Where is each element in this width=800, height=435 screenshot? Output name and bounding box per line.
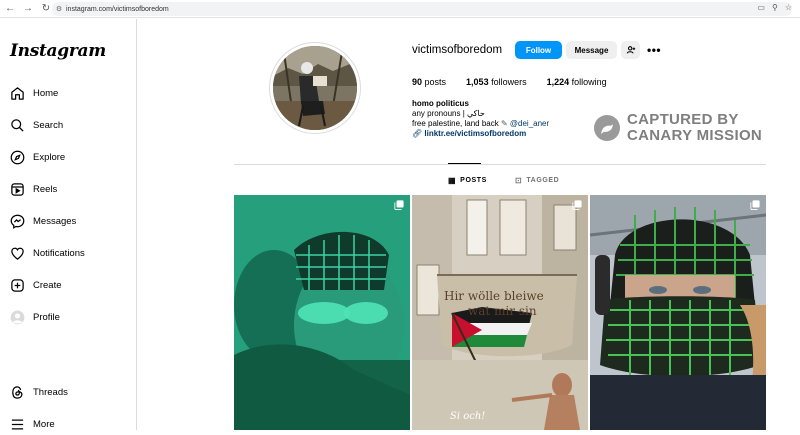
post-image-3 (590, 195, 766, 430)
instagram-logo[interactable]: Instagram (10, 41, 106, 61)
message-button[interactable]: Message (566, 41, 617, 59)
sidebar-item-search[interactable]: Search (9, 114, 63, 136)
grid-icon: ▦ (448, 176, 457, 185)
sidebar-item-messages[interactable]: Messages (9, 210, 76, 232)
bio-name: homo politicus (412, 99, 469, 108)
address-bar[interactable]: ⚙ instagram.com/victimsofboredom (52, 2, 792, 16)
sidebar-item-threads[interactable]: Threads (9, 381, 68, 403)
sidebar-item-label: Home (33, 87, 59, 99)
sidebar-item-label: Threads (33, 386, 68, 398)
home-icon (9, 85, 25, 101)
tab-tagged[interactable]: ⊡ TAGGED (515, 176, 559, 185)
tagged-icon: ⊡ (515, 176, 523, 185)
options-ellipsis-icon[interactable]: ••• (647, 43, 661, 57)
profile-avatar-icon (9, 309, 25, 325)
sidebar-item-reels[interactable]: Reels (9, 178, 57, 200)
sidebar-item-label: Search (33, 119, 64, 131)
bio-mention-link[interactable]: @dei_aner (510, 119, 549, 128)
sidebar-item-label: More (33, 418, 55, 430)
browser-toolbar: ← → ↻ ⚙ instagram.com/victimsofboredom ▭… (0, 0, 800, 18)
bio-line-pronouns: any pronouns | حاكي (412, 109, 485, 118)
profile-bio: homo politicus any pronouns | حاكي free … (412, 99, 549, 139)
sidebar: Instagram Home Search Explore Reels Mess… (0, 19, 137, 430)
sidebar-item-home[interactable]: Home (9, 82, 58, 104)
heart-icon (9, 245, 25, 261)
sidebar-item-label: Explore (33, 151, 66, 163)
messenger-icon (9, 213, 25, 229)
post2-sign-line-2: wat mir sin (468, 304, 537, 318)
tabs-divider (234, 164, 766, 165)
search-icon (9, 117, 25, 133)
profile-stats: 90 posts 1,053 followers 1,224 following (412, 77, 627, 87)
posts-label: posts (424, 77, 447, 87)
back-arrow-icon[interactable]: ← (2, 1, 18, 17)
bio-external-link[interactable]: 🔗︎ linktr.ee/victimsofboredom (412, 129, 549, 139)
tab-posts[interactable]: ▦ POSTS (448, 176, 487, 185)
sidebar-item-notifications[interactable]: Notifications (9, 242, 85, 264)
active-tab-indicator (448, 163, 481, 164)
tab-posts-label: POSTS (460, 177, 487, 184)
posts-count: 90 (412, 77, 423, 87)
compass-icon (9, 149, 25, 165)
address-bar-actions: ▭ ⚲ ☆ (757, 3, 792, 12)
zoom-icon[interactable]: ⚲ (772, 3, 778, 12)
profile-username: victimsofboredom (412, 44, 503, 56)
link-chain-icon: 🔗︎ (412, 129, 423, 138)
canary-bird-icon (594, 115, 620, 141)
url-text: instagram.com/victimsofboredom (66, 5, 169, 13)
followers-count: 1,053 (466, 77, 489, 87)
watermark-line-2: CANARY MISSION (627, 127, 763, 144)
following-label: following (571, 77, 607, 87)
plus-square-icon (9, 277, 25, 293)
bio-line-2: free palestine, land back ✎ @dei_aner (412, 119, 549, 129)
post-image-1 (234, 195, 410, 430)
tab-tagged-label: TAGGED (526, 177, 560, 184)
forward-arrow-icon[interactable]: → (20, 1, 36, 17)
following-count: 1,224 (546, 77, 570, 87)
watermark-text: CAPTURED BY CANARY MISSION (627, 112, 762, 144)
following-stat[interactable]: 1,224 following (547, 77, 607, 87)
sidebar-item-label: Notifications (33, 247, 85, 259)
canary-mission-watermark: CAPTURED BY CANARY MISSION (594, 112, 762, 144)
site-settings-icon[interactable]: ⚙ (52, 5, 66, 13)
sidebar-item-create[interactable]: Create (9, 274, 62, 296)
post-thumbnail-2[interactable]: Hir wölle bleiwe wat mir sin Si och! (412, 195, 588, 430)
carousel-icon (572, 200, 582, 210)
add-person-icon (626, 46, 635, 54)
follow-button[interactable]: Follow (515, 41, 562, 59)
install-app-icon[interactable]: ▭ (757, 3, 765, 12)
post-thumbnail-1[interactable] (234, 195, 410, 430)
sidebar-item-profile[interactable]: Profile (9, 306, 60, 328)
posts-stat: 90 posts (412, 77, 446, 87)
sidebar-item-label: Messages (33, 215, 77, 227)
sidebar-item-explore[interactable]: Explore (9, 146, 65, 168)
bookmark-star-icon[interactable]: ☆ (785, 3, 792, 12)
bio-link-text: linktr.ee/victimsofboredom (424, 129, 527, 138)
profile-photo (273, 46, 357, 130)
threads-icon (9, 384, 25, 400)
post2-caption: Si och! (450, 411, 485, 422)
sidebar-item-label: Create (33, 279, 62, 291)
profile-avatar[interactable] (269, 42, 361, 134)
post-thumbnail-3[interactable] (590, 195, 766, 430)
post-image-2: Hir wölle bleiwe wat mir sin Si och! (412, 195, 588, 430)
followers-stat[interactable]: 1,053 followers (466, 77, 527, 87)
bio-text: free palestine, land back (412, 119, 499, 128)
reels-icon (9, 181, 25, 197)
suggested-accounts-button[interactable] (621, 41, 640, 59)
watermark-line-1: CAPTURED BY (627, 111, 739, 128)
pencil-icon: ✎ (500, 119, 510, 128)
post2-sign-line-1: Hir wölle bleiwe (444, 289, 544, 303)
sidebar-item-more[interactable]: More (9, 413, 55, 435)
sidebar-item-label: Profile (33, 311, 60, 323)
sidebar-item-label: Reels (33, 183, 58, 195)
carousel-icon (394, 200, 404, 210)
followers-label: followers (491, 77, 527, 87)
carousel-icon (750, 200, 760, 210)
